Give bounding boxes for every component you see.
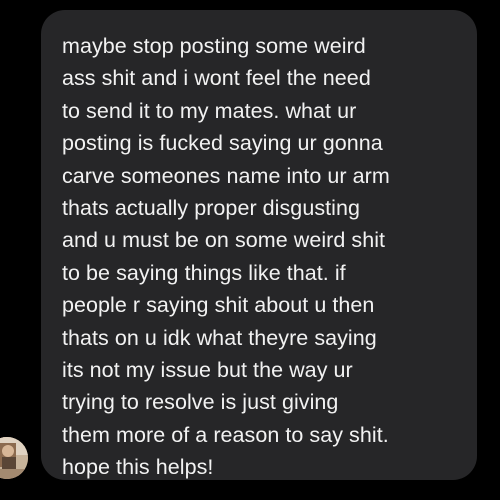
message-line: thats actually proper disgusting [62,196,360,221]
message-text: maybe stop posting some weird ass shit a… [62,30,461,484]
message-line: carve someones name into ur arm [62,163,390,188]
message-line: ass shit and i wont feel the need [62,66,371,91]
message-line: its not my issue but the way ur [62,358,353,383]
person-avatar-icon [0,437,28,479]
sender-avatar[interactable] [0,437,28,479]
message-line: hope this helps! [62,455,214,480]
message-line: to be saying things like that. if [62,260,346,285]
message-line: maybe stop posting some weird [62,34,366,58]
message-line: to send it to my mates. what ur [62,98,357,123]
incoming-message-row: maybe stop posting some weird ass shit a… [0,0,500,500]
message-line: thats on u idk what theyre saying [62,325,377,350]
message-line: them more of a reason to say shit. [62,422,389,447]
message-line: and u must be on some weird shit [62,228,386,253]
message-line: people r saying shit about u then [62,293,375,318]
message-bubble[interactable]: maybe stop posting some weird ass shit a… [41,10,477,480]
chat-screen: maybe stop posting some weird ass shit a… [0,0,500,500]
message-line: posting is fucked saying ur gonna [62,131,383,156]
message-line: trying to resolve is just giving [62,390,339,415]
